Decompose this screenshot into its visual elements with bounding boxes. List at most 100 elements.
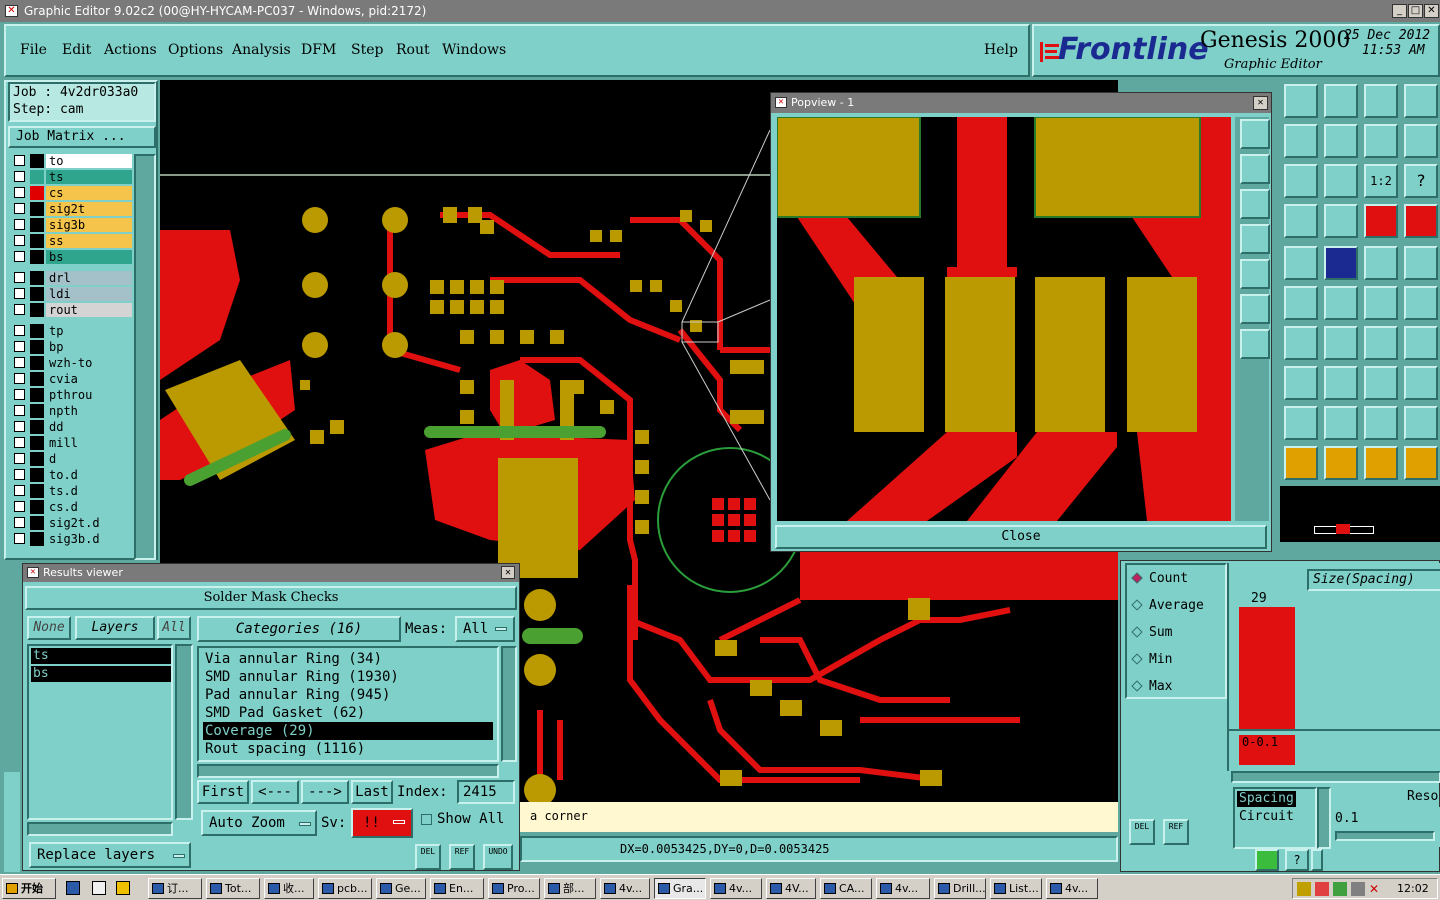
tool-arc-icon[interactable]	[1364, 326, 1398, 360]
index-field[interactable]: 2415	[457, 780, 515, 804]
tool-fit-icon[interactable]	[1284, 164, 1318, 198]
show-all-checkbox[interactable]	[421, 814, 432, 825]
taskbar-task[interactable]: Tot...	[206, 878, 260, 899]
layer-name[interactable]: rout	[46, 303, 132, 317]
tool-red-1-icon[interactable]	[1364, 204, 1398, 238]
radio-diamond-icon[interactable]	[1131, 572, 1143, 584]
layer-checkbox[interactable]	[14, 304, 25, 315]
layer-checkbox[interactable]	[14, 187, 25, 198]
tool-select-4-icon[interactable]	[1404, 446, 1438, 480]
layer-color-swatch[interactable]	[30, 234, 44, 248]
category-item[interactable]: Pad annular Ring (945)	[203, 686, 493, 704]
close-button[interactable]: ✕	[1424, 4, 1439, 18]
layer-name[interactable]: bs	[46, 250, 132, 264]
layer-checkbox[interactable]	[14, 469, 25, 480]
taskbar-task[interactable]: CA...	[820, 878, 872, 899]
layer-checkbox[interactable]	[14, 405, 25, 416]
tool-scale-icon[interactable]: 1:2	[1364, 164, 1398, 198]
menu-file[interactable]: File	[20, 42, 47, 58]
last-button[interactable]: Last	[351, 780, 393, 804]
type-item-spacing[interactable]: Spacing	[1237, 791, 1296, 807]
layer-color-swatch[interactable]	[30, 388, 44, 402]
taskbar-task[interactable]: 收...	[264, 878, 314, 899]
tool-cross-icon[interactable]	[1324, 286, 1358, 320]
layer-name[interactable]: ss	[46, 234, 132, 248]
layer-name[interactable]: pthrou	[46, 388, 132, 402]
category-item[interactable]: Via annular Ring (34)	[203, 650, 493, 668]
taskbar-task[interactable]: Pro...	[488, 878, 540, 899]
taskbar-task[interactable]: Gra...	[654, 878, 706, 899]
layer-color-swatch[interactable]	[30, 303, 44, 317]
tool-triangle-2-icon[interactable]	[1324, 406, 1358, 440]
tool-home-icon[interactable]	[1284, 84, 1318, 118]
ref-button[interactable]: REF	[449, 844, 475, 870]
tray-icon-2[interactable]	[1315, 882, 1329, 896]
layer-color-swatch[interactable]	[30, 324, 44, 338]
tool-select-2-icon[interactable]	[1324, 446, 1358, 480]
replace-layers-dropdown[interactable]: Replace layers	[29, 842, 191, 868]
layer-name[interactable]: sig3b.d	[46, 532, 132, 546]
tool-net-icon[interactable]	[1284, 286, 1318, 320]
layer-name[interactable]: wzh-to	[46, 356, 132, 370]
layer-color-swatch[interactable]	[30, 250, 44, 264]
tool-house-icon[interactable]	[1364, 84, 1398, 118]
popview-close-button[interactable]: Close	[775, 525, 1267, 549]
tool-ruler-icon[interactable]	[1364, 246, 1398, 280]
tool-pad-icon[interactable]	[1284, 246, 1318, 280]
histogram-del-button[interactable]: DEL	[1129, 819, 1155, 845]
taskbar-task[interactable]: Drill...	[934, 878, 986, 899]
layer-checkbox[interactable]	[14, 251, 25, 262]
layer-color-swatch[interactable]	[30, 271, 44, 285]
popview-close-icon[interactable]: ✕	[1253, 96, 1268, 110]
layer-color-swatch[interactable]	[30, 436, 44, 450]
histogram-ref-button[interactable]: REF	[1163, 819, 1189, 845]
tool-connect-icon[interactable]	[1364, 286, 1398, 320]
layer-color-swatch[interactable]	[30, 532, 44, 546]
result-layer-item[interactable]: ts	[31, 648, 171, 664]
tray-icon-3[interactable]	[1333, 882, 1347, 896]
taskbar-task[interactable]: 订...	[148, 878, 202, 899]
tool-pan-left-icon[interactable]	[1284, 124, 1318, 158]
statistic-option[interactable]: Max	[1131, 679, 1172, 694]
quicklaunch-desktop-icon[interactable]	[92, 881, 106, 895]
layer-color-swatch[interactable]	[30, 404, 44, 418]
category-list-vscroll[interactable]	[501, 646, 517, 762]
tool-select-3-icon[interactable]	[1364, 446, 1398, 480]
layer-color-swatch[interactable]	[30, 468, 44, 482]
layer-checkbox[interactable]	[14, 517, 25, 528]
category-item[interactable]: SMD Pad Gasket (62)	[203, 704, 493, 722]
layer-checkbox[interactable]	[14, 288, 25, 299]
popview-pan-left-icon[interactable]	[1240, 224, 1270, 254]
taskbar-task[interactable]: En...	[430, 878, 484, 899]
layer-color-swatch[interactable]	[30, 420, 44, 434]
del-button[interactable]: DEL	[415, 844, 441, 870]
tray-icon-4[interactable]	[1351, 882, 1365, 896]
popview-pan-right-icon[interactable]	[1240, 259, 1270, 289]
tool-probe-icon[interactable]	[1324, 204, 1358, 238]
tool-distance-icon[interactable]	[1364, 366, 1398, 400]
layer-name[interactable]: ts.d	[46, 484, 132, 498]
menu-rout[interactable]: Rout	[396, 42, 430, 58]
type-list-vscroll[interactable]	[1317, 787, 1331, 849]
layer-checkbox[interactable]	[14, 341, 25, 352]
layer-checkbox[interactable]	[14, 219, 25, 230]
layer-name[interactable]: mill	[46, 436, 132, 450]
radio-diamond-icon[interactable]	[1131, 599, 1143, 611]
layer-name[interactable]: bp	[46, 340, 132, 354]
layer-name[interactable]: to	[46, 154, 132, 168]
layer-color-swatch[interactable]	[30, 202, 44, 216]
tool-point-icon[interactable]	[1404, 286, 1438, 320]
next-button[interactable]: --->	[301, 780, 349, 804]
taskbar-task[interactable]: pcb...	[318, 878, 372, 899]
taskbar-task[interactable]: 部...	[544, 878, 596, 899]
layer-color-swatch[interactable]	[30, 170, 44, 184]
menu-options[interactable]: Options	[168, 42, 223, 58]
popview-canvas[interactable]	[777, 117, 1231, 521]
layer-name[interactable]: cs.d	[46, 500, 132, 514]
taskbar-task[interactable]: 4v...	[1046, 878, 1098, 899]
popview-zoom-in-icon[interactable]	[1240, 154, 1270, 184]
layer-checkbox[interactable]	[14, 389, 25, 400]
layer-name[interactable]: ldi	[46, 287, 132, 301]
tool-line-red-icon[interactable]	[1324, 246, 1358, 280]
minimize-button[interactable]: _	[1392, 4, 1407, 18]
